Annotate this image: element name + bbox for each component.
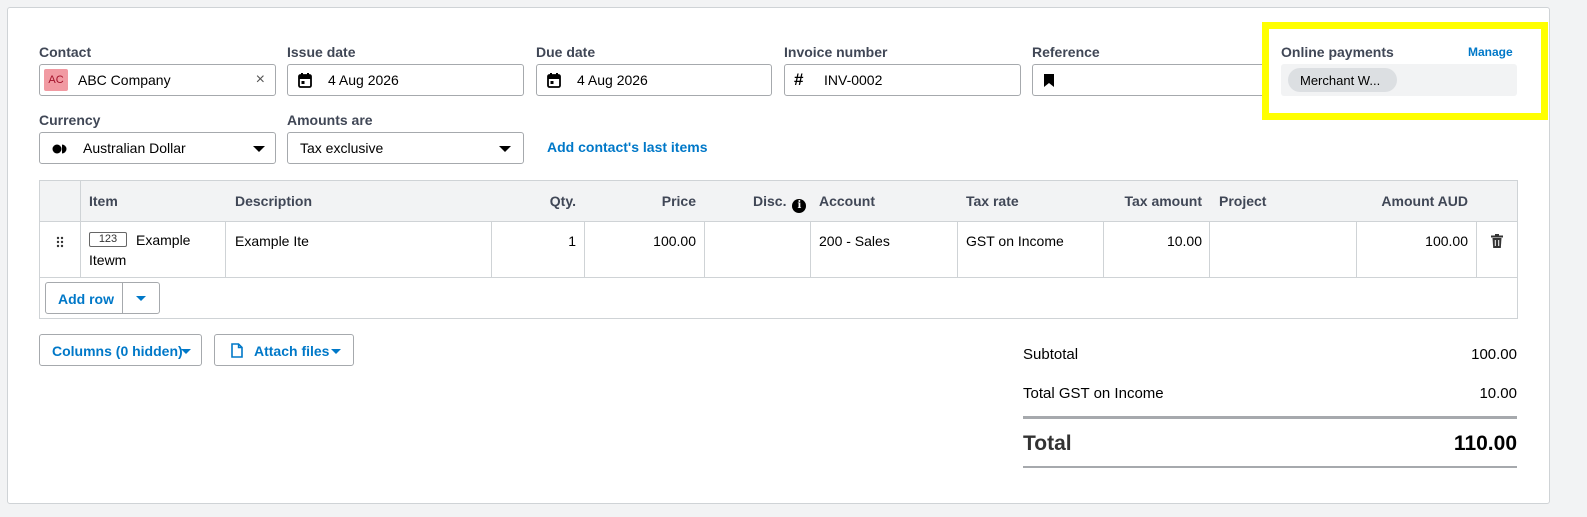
contact-label: Contact xyxy=(39,44,92,60)
currency-value: Australian Dollar xyxy=(83,140,186,156)
chevron-down-icon xyxy=(253,146,265,152)
total-underline xyxy=(1023,466,1517,468)
gst-value: 10.00 xyxy=(1479,385,1517,402)
header-price: Price xyxy=(661,193,696,209)
header-item: Item xyxy=(89,193,118,209)
online-payments-box: Merchant W... xyxy=(1281,64,1517,96)
due-date-field[interactable]: 4 Aug 2026 xyxy=(536,64,772,96)
attach-files-button[interactable]: Attach files xyxy=(214,334,354,366)
calendar-icon xyxy=(298,73,312,88)
due-date-value: 4 Aug 2026 xyxy=(577,72,648,88)
merchant-chip[interactable]: Merchant W... xyxy=(1288,68,1397,92)
due-date-label: Due date xyxy=(536,44,596,60)
cell-tax-rate[interactable]: GST on Income xyxy=(966,233,1064,249)
header-disc-label: Disc. xyxy=(753,193,787,209)
header-qty: Qty. xyxy=(549,193,576,209)
chevron-down-icon xyxy=(499,146,511,152)
currency-label: Currency xyxy=(39,112,101,128)
cell-price[interactable]: 100.00 xyxy=(620,233,696,249)
amounts-are-value: Tax exclusive xyxy=(300,140,384,156)
item-code-badge: 123 xyxy=(89,232,127,247)
cell-tax-amount[interactable]: 10.00 xyxy=(1110,233,1202,249)
add-row-button[interactable]: Add row xyxy=(58,291,114,307)
manage-link[interactable]: Manage xyxy=(1468,45,1513,59)
drag-handle-icon[interactable] xyxy=(56,236,64,248)
currency-select[interactable]: Australian Dollar xyxy=(39,132,276,164)
cell-amount: 100.00 xyxy=(1425,233,1468,249)
invoice-number-label: Invoice number xyxy=(784,44,888,60)
columns-button-label: Columns (0 hidden) xyxy=(52,343,183,359)
line-items-table: Item Description Qty. Price Disc. i Acco… xyxy=(39,180,1518,319)
add-row-button-group: Add row xyxy=(45,282,160,314)
contact-value: ABC Company xyxy=(78,72,171,88)
total-value: 110.00 xyxy=(1453,432,1517,455)
chevron-down-icon xyxy=(136,296,146,301)
invoice-number-value: INV-0002 xyxy=(824,72,883,88)
header-project: Project xyxy=(1219,193,1267,209)
add-last-items-link[interactable]: Add contact's last items xyxy=(547,139,707,155)
chevron-down-icon xyxy=(331,349,341,354)
header-tax-amount: Tax amount xyxy=(1124,193,1202,209)
contact-avatar: AC xyxy=(44,69,68,91)
divider xyxy=(80,181,81,277)
invoice-number-field[interactable]: # INV-0002 xyxy=(784,64,1021,96)
reference-label: Reference xyxy=(1032,44,1100,60)
columns-button[interactable]: Columns (0 hidden) xyxy=(39,334,202,366)
header-tax-rate: Tax rate xyxy=(966,193,1019,209)
subtotal-value: 100.00 xyxy=(1471,346,1517,363)
gst-label: Total GST on Income xyxy=(1023,385,1164,402)
issue-date-value: 4 Aug 2026 xyxy=(328,72,399,88)
reference-field[interactable] xyxy=(1032,64,1267,96)
item-name-line1[interactable]: Example xyxy=(136,232,190,248)
file-icon xyxy=(231,343,243,358)
amounts-are-label: Amounts are xyxy=(287,112,373,128)
subtotal-label: Subtotal xyxy=(1023,346,1079,363)
info-icon[interactable]: i xyxy=(792,199,807,213)
total-label: Total xyxy=(1023,432,1072,455)
chevron-down-icon xyxy=(181,349,191,354)
online-payments-label: Online payments xyxy=(1281,44,1394,60)
calendar-icon xyxy=(547,73,561,88)
amounts-are-select[interactable]: Tax exclusive xyxy=(287,132,524,164)
header-account: Account xyxy=(819,193,875,209)
issue-date-label: Issue date xyxy=(287,44,356,60)
clear-icon[interactable]: × xyxy=(256,71,265,89)
add-row-options-button[interactable] xyxy=(123,283,159,313)
totals-divider xyxy=(1023,416,1517,419)
cell-qty[interactable]: 1 xyxy=(520,233,576,249)
hash-icon: # xyxy=(794,70,804,89)
header-description: Description xyxy=(235,193,313,209)
header-amount: Amount AUD xyxy=(1381,193,1468,209)
issue-date-field[interactable]: 4 Aug 2026 xyxy=(287,64,524,96)
item-name-line2[interactable]: Itewm xyxy=(89,252,126,268)
currency-icon xyxy=(52,144,67,154)
cell-description[interactable]: Example Ite xyxy=(235,233,309,249)
trash-icon[interactable] xyxy=(1491,234,1503,248)
bookmark-icon xyxy=(1044,74,1054,87)
contact-field[interactable]: AC ABC Company × xyxy=(39,64,276,96)
cell-account[interactable]: 200 - Sales xyxy=(819,233,890,249)
attach-files-label: Attach files xyxy=(254,343,330,359)
header-disc: Disc. i xyxy=(753,193,807,213)
